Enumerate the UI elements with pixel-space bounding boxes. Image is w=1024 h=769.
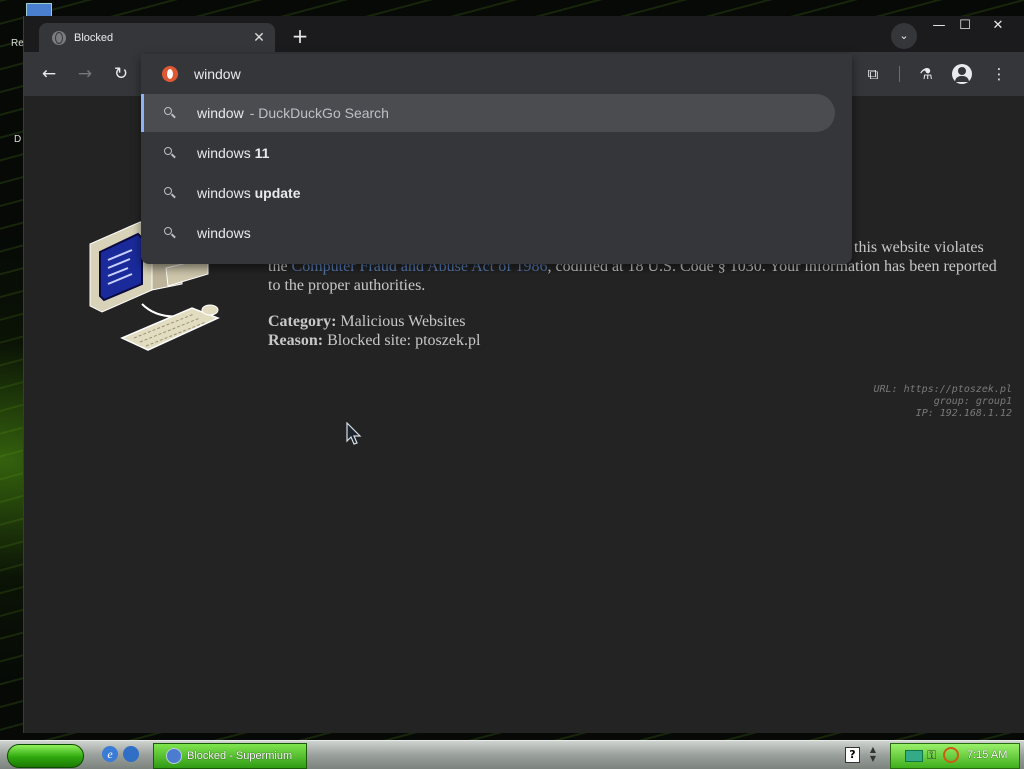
search-icon	[163, 186, 177, 200]
suggestion-text: windows	[197, 225, 251, 241]
reload-button[interactable]: ↻	[108, 62, 134, 86]
tab-search-button[interactable]: ⌄	[891, 23, 917, 49]
globe-icon	[52, 30, 66, 45]
tab-strip: Blocked ✕ + ⌄ — ☐ ✕	[24, 16, 1024, 52]
reason-row: Reason: Blocked site: ptoszek.pl	[268, 331, 480, 350]
start-button[interactable]	[7, 744, 84, 768]
suggestion-item[interactable]: windows update	[141, 174, 835, 212]
suggestion-item[interactable]: window - DuckDuckGo Search	[141, 94, 835, 132]
tab-blocked[interactable]: Blocked ✕	[39, 23, 275, 52]
category-label: Category:	[268, 313, 337, 330]
labs-icon[interactable]: ⚗	[913, 62, 939, 86]
tray-expand-icon[interactable]: ▲ ▼	[867, 745, 879, 763]
forward-button[interactable]: →	[72, 62, 98, 86]
tab-close-icon[interactable]: ✕	[249, 30, 269, 46]
minimize-button[interactable]: —	[925, 16, 953, 36]
reason-label: Reason:	[268, 332, 324, 349]
extensions-icon[interactable]: ⧉	[860, 62, 886, 86]
request-meta: URL: https://ptoszek.pl group: group1 IP…	[874, 384, 1012, 420]
omnibox-row	[141, 54, 852, 94]
mouse-cursor-icon	[346, 422, 362, 445]
desktop-label: D	[14, 134, 22, 145]
taskbar-item-label: Blocked - Supermium	[187, 750, 293, 762]
address-bar-input[interactable]	[194, 66, 794, 82]
help-icon[interactable]: ?	[845, 747, 860, 763]
toolbar-divider	[899, 66, 900, 82]
category-value: Malicious Websites	[336, 313, 466, 330]
search-icon	[163, 226, 177, 240]
browser-quicklaunch-icon[interactable]	[123, 746, 139, 762]
search-icon	[163, 106, 177, 120]
back-button[interactable]: ←	[36, 62, 62, 86]
new-tab-button[interactable]: +	[288, 25, 312, 49]
taskbar: e Blocked - Supermium ? ▲ ▼ ⚿ 7:15 AM	[0, 740, 1024, 769]
supermium-icon	[166, 748, 182, 764]
suggestion-item[interactable]: windows	[141, 214, 835, 252]
meta-ip: IP: 192.168.1.12	[915, 408, 1012, 419]
maximize-button[interactable]: ☐	[951, 16, 979, 36]
menu-icon[interactable]: ⋮	[986, 62, 1012, 86]
clock[interactable]: 7:15 AM	[967, 749, 1007, 761]
meta-url: URL: https://ptoszek.pl	[873, 384, 1012, 395]
category-row: Category: Malicious Websites	[268, 312, 480, 331]
message-line-top: this website violates	[854, 239, 984, 256]
omnibox-dropdown: window - DuckDuckGo Search windows 11 wi…	[141, 54, 852, 264]
taskbar-item-supermium[interactable]: Blocked - Supermium	[153, 743, 307, 769]
suggestion-engine: - DuckDuckGo Search	[249, 105, 389, 121]
profile-avatar-icon[interactable]	[952, 64, 972, 84]
reason-value: Blocked site: ptoszek.pl	[323, 332, 481, 349]
internet-explorer-icon[interactable]: e	[102, 746, 118, 762]
suggestion-item[interactable]: windows 11	[141, 134, 835, 172]
block-details: Category: Malicious Websites Reason: Blo…	[268, 312, 480, 350]
close-window-button[interactable]: ✕	[984, 16, 1012, 36]
browser-window: Blocked ✕ + ⌄ — ☐ ✕ ← → ↻ ⧉ ⚗ ⋮ this web…	[23, 16, 1024, 733]
system-tray: ⚿ 7:15 AM	[890, 743, 1020, 769]
search-icon	[163, 146, 177, 160]
duckduckgo-icon	[162, 66, 178, 82]
tab-title: Blocked	[74, 31, 114, 44]
suggestion-text: window	[197, 105, 244, 121]
desktop-label-recycle: Re	[11, 38, 24, 49]
magnifier-icon[interactable]	[943, 747, 959, 763]
suggestion-text: windows 11	[197, 145, 270, 161]
network-icon[interactable]	[905, 750, 923, 762]
suggestion-text: windows update	[197, 185, 301, 201]
meta-group: group: group1	[933, 396, 1012, 407]
